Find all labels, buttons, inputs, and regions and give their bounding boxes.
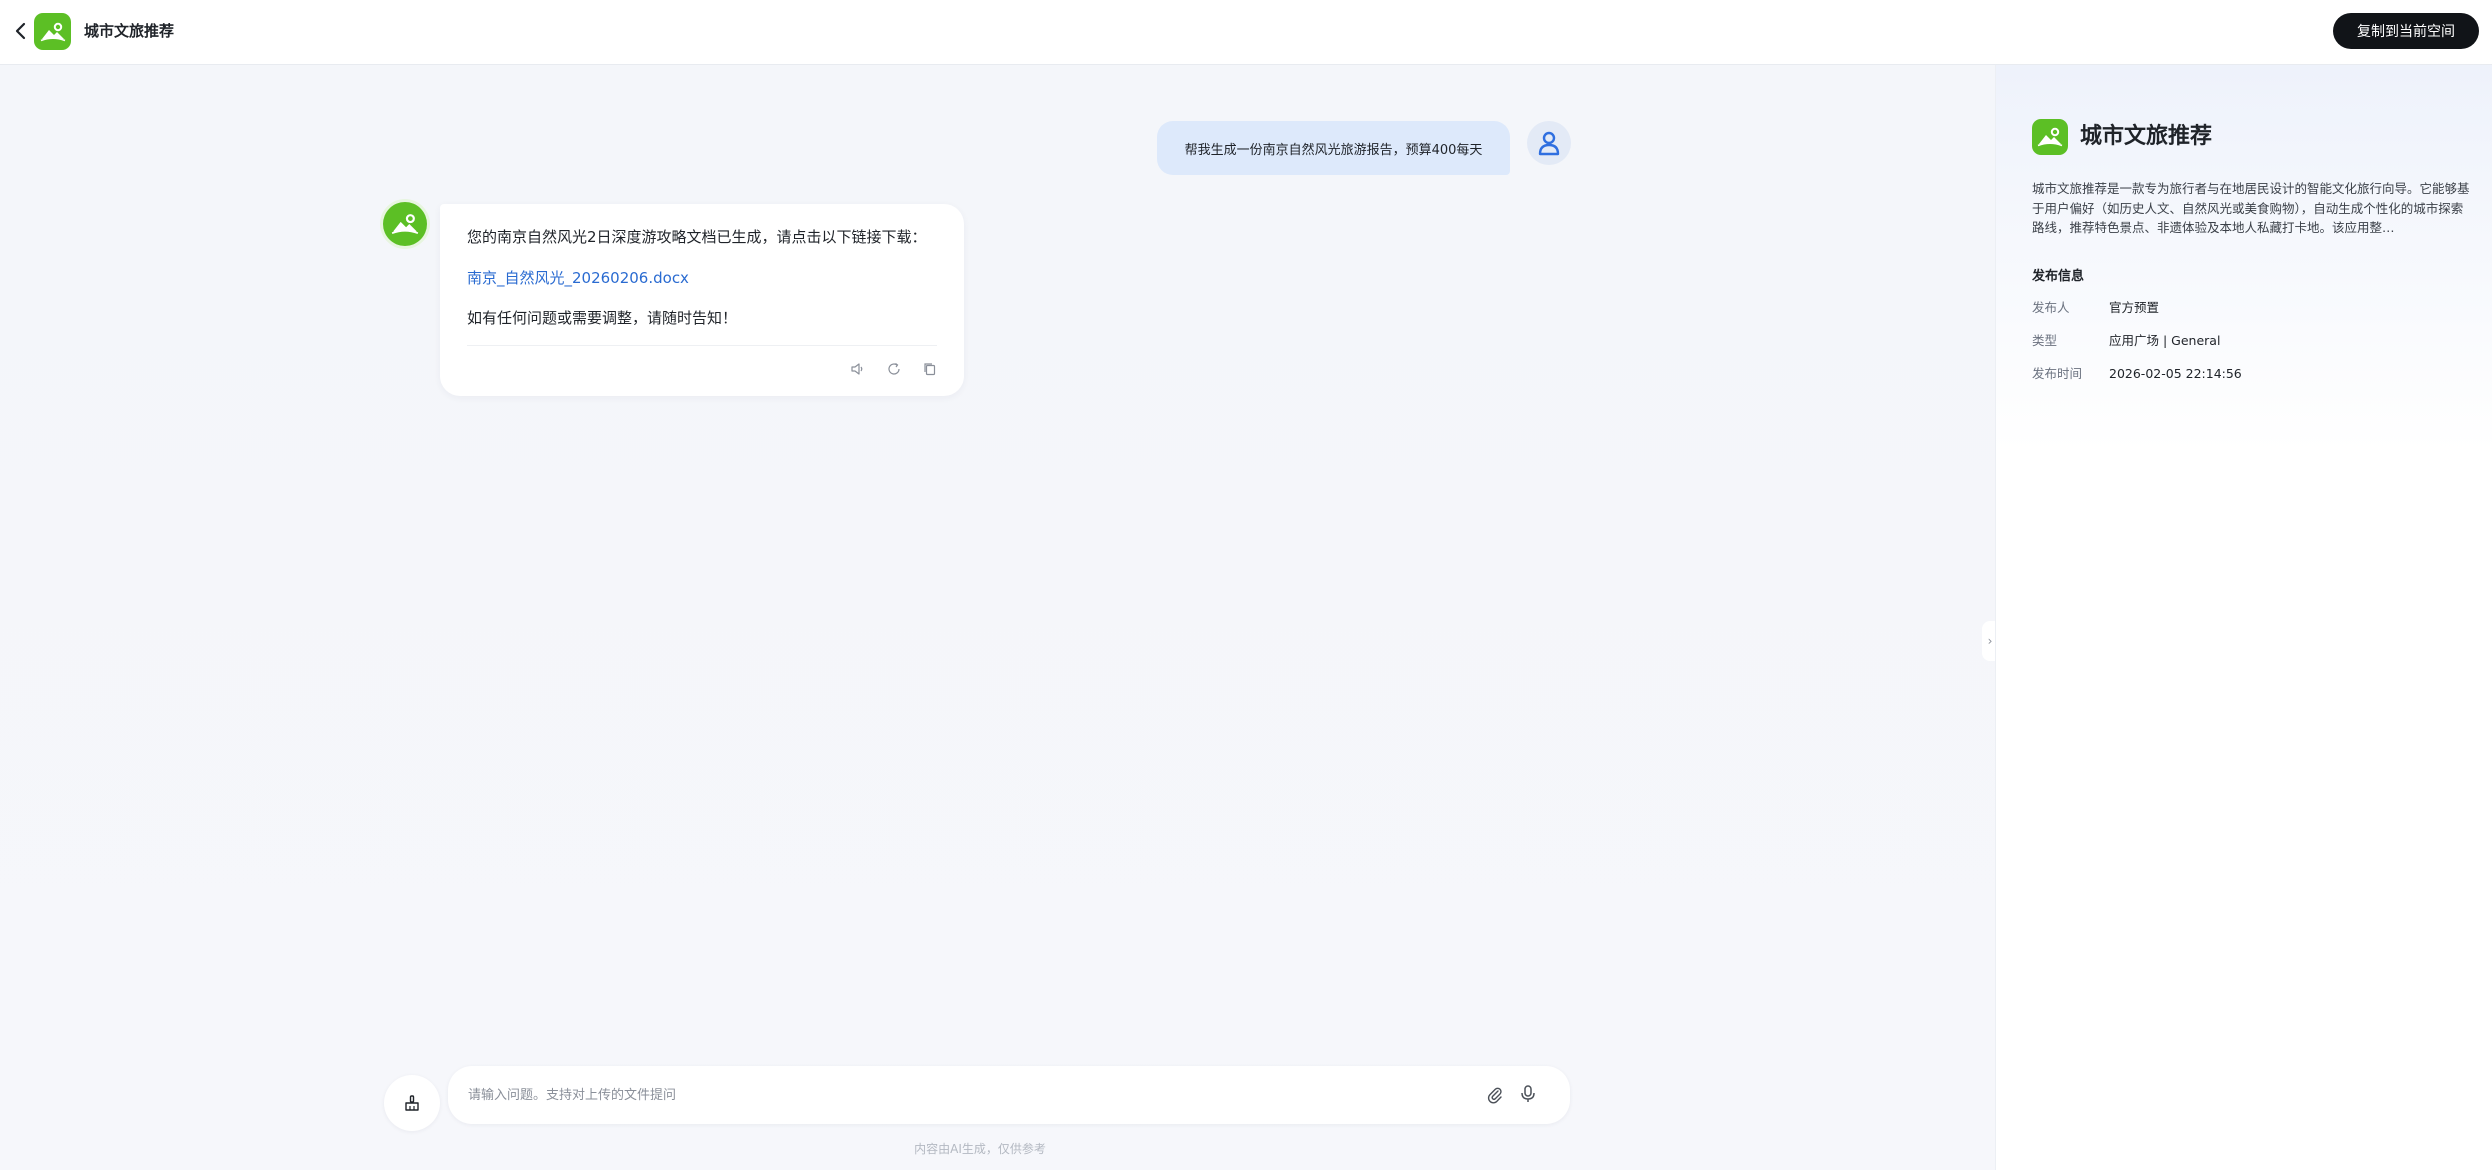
user-message: 帮我生成一份南京自然风光旅游报告，预算400每天 bbox=[1157, 121, 1510, 175]
app-description: 城市文旅推荐是一款专为旅行者与在地居民设计的智能文化旅行向导。它能够基于用户偏好… bbox=[2032, 181, 2470, 235]
top-bar: 城市文旅推荐 复制到当前空间 bbox=[0, 0, 2492, 65]
user-avatar-icon bbox=[1527, 121, 1571, 165]
chat-area: 帮我生成一份南京自然风光旅游报告，预算400每天 您的南京自然风光2日深度游攻略… bbox=[0, 65, 1995, 1170]
regenerate-icon[interactable] bbox=[882, 357, 906, 381]
clear-chat-button[interactable] bbox=[384, 1075, 440, 1131]
bot-message-text: 您的南京自然风光2日深度游攻略文档已生成，请点击以下链接下载： bbox=[467, 228, 927, 246]
mountain-landscape-icon bbox=[2032, 119, 2068, 155]
broom-icon bbox=[405, 1095, 419, 1111]
publish-info-heading: 发布信息 bbox=[2032, 269, 2085, 284]
chat-input[interactable] bbox=[468, 1066, 1428, 1124]
app-info-panel: 城市文旅推荐 城市文旅推荐是一款专为旅行者与在地居民设计的智能文化旅行向导。它能… bbox=[1995, 65, 2492, 1170]
publisher-label: 发布人 bbox=[2032, 300, 2070, 315]
app-title: 城市文旅推荐 bbox=[2080, 124, 2213, 149]
bot-avatar-icon bbox=[383, 202, 427, 246]
publish-time-label: 发布时间 bbox=[2032, 366, 2083, 381]
bot-message-text: 如有任何问题或需要调整，请随时告知！ bbox=[467, 309, 738, 327]
mountain-landscape-icon bbox=[34, 13, 71, 50]
microphone-icon[interactable] bbox=[1516, 1082, 1540, 1106]
ai-disclaimer: 内容由AI生成，仅供参考 bbox=[914, 1142, 1046, 1156]
download-link[interactable]: 南京_自然风光_20260206.docx bbox=[467, 267, 689, 289]
publish-time-value: 2026-02-05 22:14:56 bbox=[2109, 366, 2242, 381]
back-arrow-icon[interactable] bbox=[6, 16, 36, 46]
copy-to-space-button[interactable]: 复制到当前空间 bbox=[2333, 13, 2479, 49]
publisher-value: 官方预置 bbox=[2109, 300, 2160, 315]
speaker-icon[interactable] bbox=[846, 357, 870, 381]
copy-icon[interactable] bbox=[918, 357, 942, 381]
divider bbox=[467, 345, 937, 346]
chat-input-box bbox=[448, 1066, 1570, 1124]
type-label: 类型 bbox=[2032, 333, 2058, 348]
page-title: 城市文旅推荐 bbox=[84, 22, 175, 40]
type-value: 应用广场 | General bbox=[2109, 333, 2221, 348]
message-actions bbox=[846, 357, 942, 381]
paperclip-icon[interactable] bbox=[1483, 1083, 1507, 1107]
bot-message: 您的南京自然风光2日深度游攻略文档已生成，请点击以下链接下载： 南京_自然风光_… bbox=[440, 204, 964, 396]
